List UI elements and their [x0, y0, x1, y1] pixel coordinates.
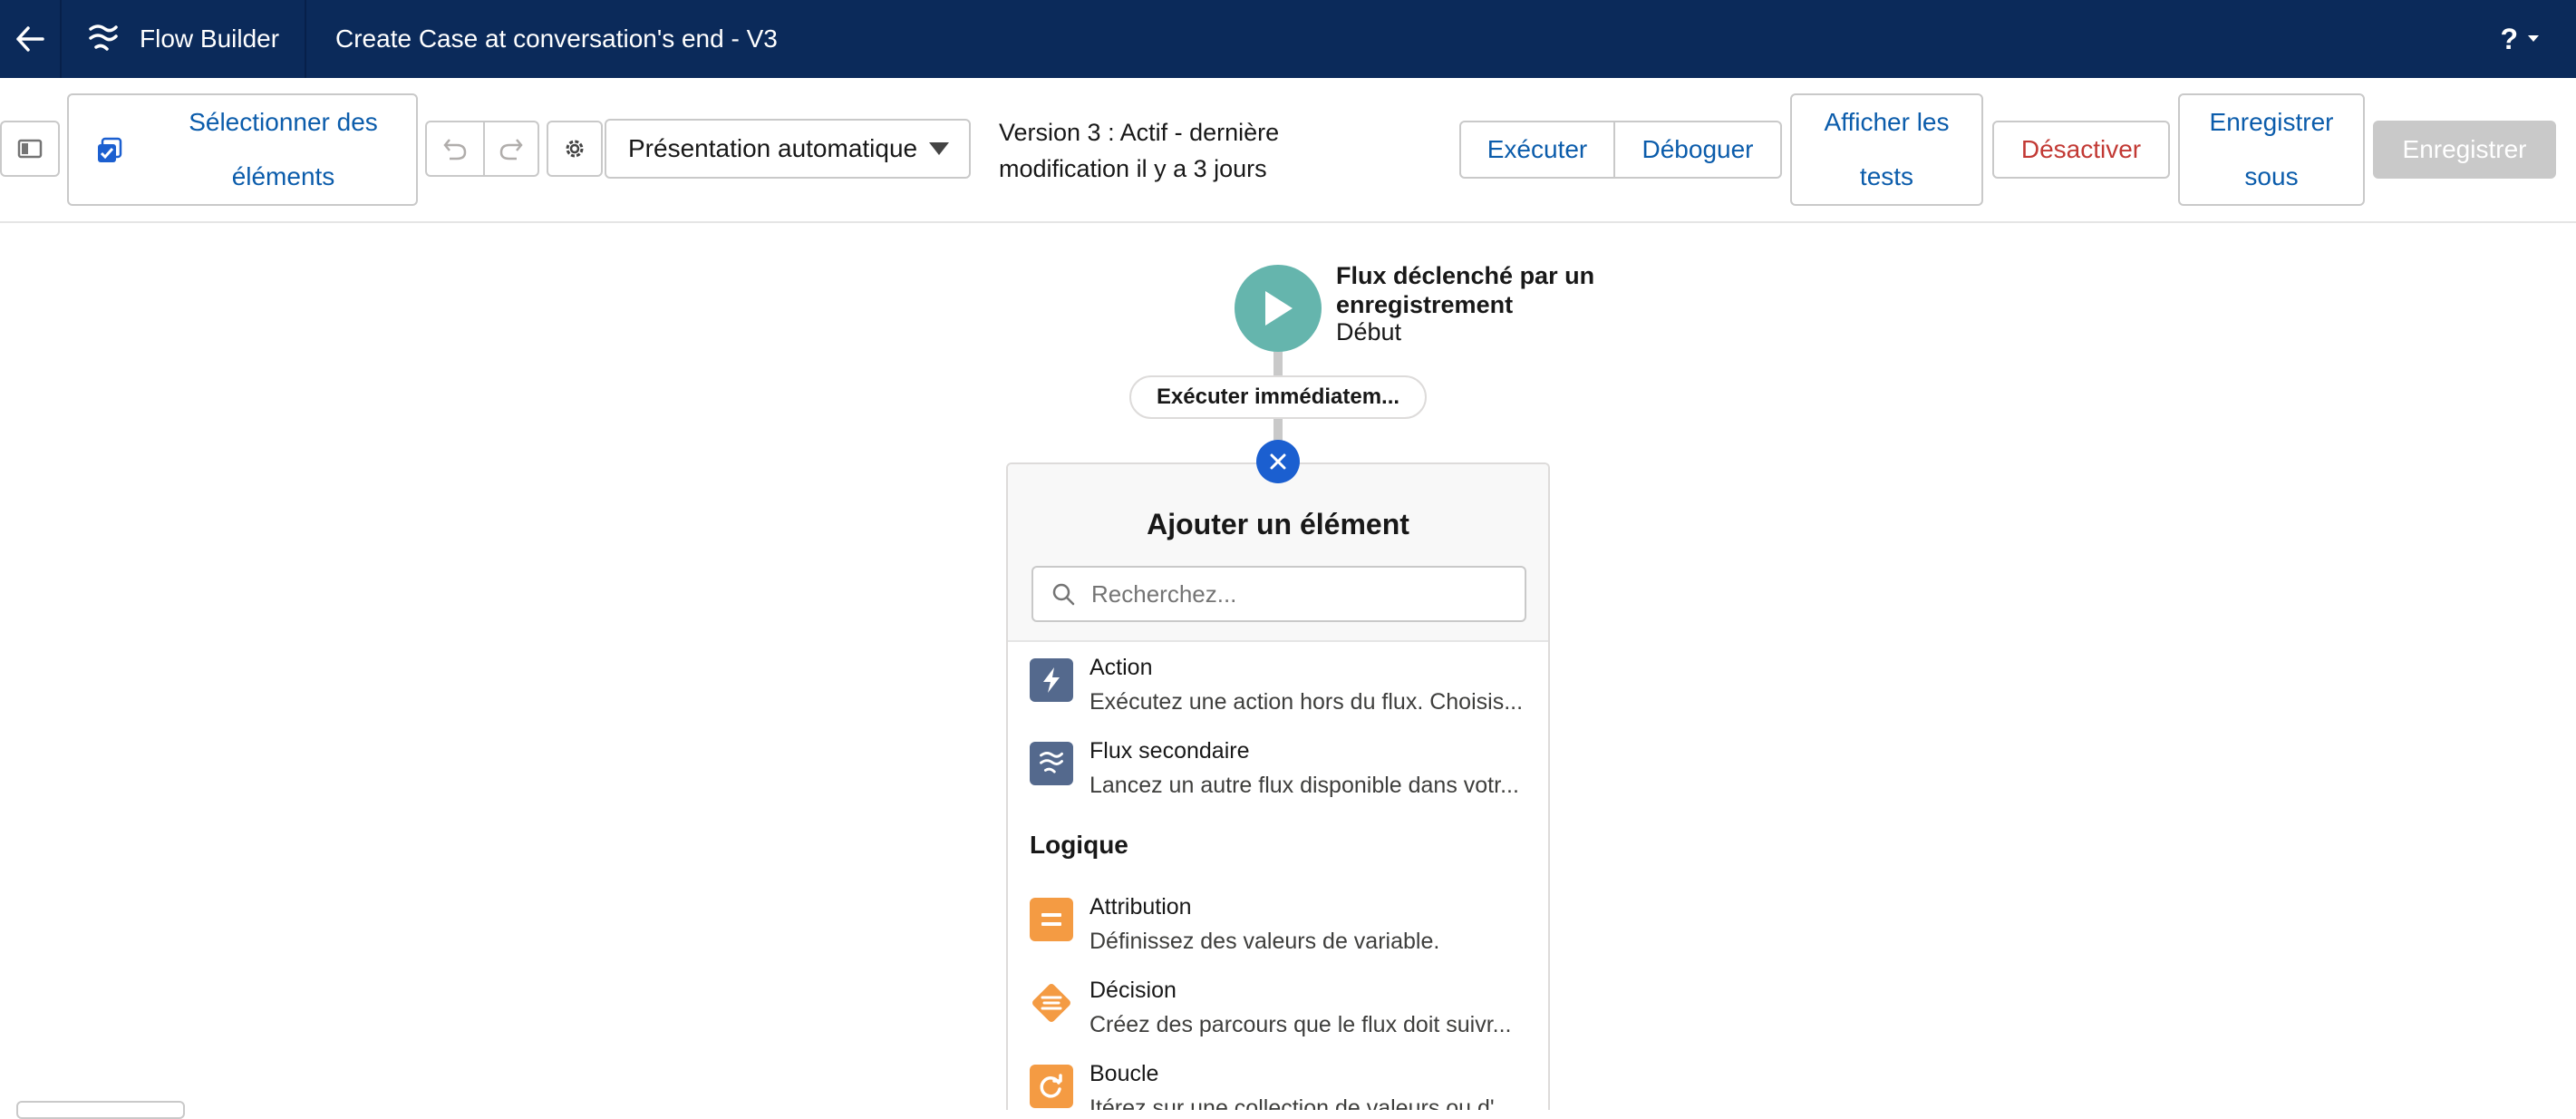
save-button[interactable]: Enregistrer [2373, 121, 2556, 179]
help-icon: ? [2500, 22, 2518, 55]
element-item-description: Créez des parcours que le flux doit suiv… [1089, 1012, 1512, 1037]
flow-icon [89, 24, 118, 51]
element-item-decision[interactable]: Décision Créez des parcours que le flux … [1008, 974, 1548, 1054]
start-element-title: Flux déclenché par un enregistrement [1336, 262, 1595, 318]
panel-toggle-icon [17, 139, 43, 159]
flow-toolbar: Sélectionner des éléments Présentation a… [0, 78, 2576, 223]
zoom-controls[interactable] [16, 1101, 185, 1119]
element-item-name: Boucle [1089, 1061, 1159, 1086]
element-item-action[interactable]: Action Exécutez une action hors du flux.… [1008, 651, 1548, 731]
lightning-icon [1030, 658, 1073, 702]
undo-icon [443, 139, 467, 161]
select-elements-icon [98, 137, 122, 162]
flow-settings-button[interactable] [547, 121, 603, 177]
version-status: Version 3 : Actif - dernière modificatio… [999, 119, 1280, 182]
loop-icon [1030, 1065, 1073, 1108]
add-element-panel: Ajouter un élément Action Exécutez une a… [1006, 462, 1550, 1110]
element-item-description: Exécutez une action hors du flux. Choisi… [1089, 689, 1524, 715]
logic-section-heading: Logique [1030, 831, 1128, 859]
deactivate-button[interactable]: Désactiver [1992, 121, 2170, 179]
layout-select[interactable]: Présentation automatique [605, 119, 971, 179]
run-path-label[interactable]: Exécuter immédiatem... [1129, 375, 1427, 419]
element-item-name: Attribution [1089, 894, 1192, 920]
layout-select-value: Présentation automatique [628, 134, 918, 162]
start-element[interactable] [1235, 265, 1322, 352]
element-item-subflow[interactable]: Flux secondaire Lancez un autre flux dis… [1008, 735, 1548, 814]
element-search[interactable] [1031, 566, 1526, 622]
chevron-down-icon [929, 142, 949, 155]
save-as-button[interactable]: Enregistrer sous [2178, 93, 2365, 206]
element-item-description: Lancez un autre flux disponible dans vot… [1089, 773, 1519, 798]
add-element-title: Ajouter un élément [1147, 508, 1409, 540]
gear-icon [566, 140, 584, 158]
element-item-name: Décision [1089, 978, 1177, 1003]
select-elements-button[interactable]: Sélectionner des éléments [67, 93, 418, 206]
flow-title: Create Case at conversation's end - V3 [335, 24, 778, 53]
help-menu-button[interactable]: ? [2500, 0, 2540, 78]
header-divider [305, 0, 306, 78]
close-add-element-button[interactable] [1256, 440, 1300, 483]
element-item-assignment[interactable]: Attribution Définissez des valeurs de va… [1008, 890, 1548, 970]
element-item-loop[interactable]: Boucle Itérez sur une collection de vale… [1008, 1057, 1548, 1110]
app-name: Flow Builder [87, 0, 279, 78]
toggle-panel-button[interactable] [0, 121, 60, 177]
redo-button[interactable] [483, 121, 539, 177]
view-tests-button[interactable]: Afficher les tests [1790, 93, 1983, 206]
assignment-icon [1030, 898, 1073, 941]
element-item-description: Définissez des valeurs de variable. [1089, 929, 1440, 954]
search-icon [1052, 583, 1075, 606]
element-item-name: Flux secondaire [1089, 738, 1250, 764]
element-item-name: Action [1089, 655, 1153, 680]
redo-icon [499, 139, 523, 161]
back-button[interactable] [0, 0, 60, 78]
subflow-icon [1030, 742, 1073, 785]
add-element-panel-header: Ajouter un élément [1008, 464, 1548, 642]
decision-icon [1030, 981, 1073, 1025]
flow-connector [1273, 352, 1283, 377]
chevron-down-icon [2528, 35, 2539, 42]
header-divider [60, 0, 62, 78]
back-arrow-icon [16, 26, 44, 52]
app-name-label: Flow Builder [140, 24, 280, 53]
element-item-description: Itérez sur une collection de valeurs ou … [1089, 1095, 1514, 1110]
element-search-input[interactable] [1089, 579, 1519, 609]
global-header: Flow Builder Create Case at conversation… [0, 0, 2576, 78]
undo-button[interactable] [425, 121, 485, 177]
debug-button[interactable]: Déboguer [1613, 121, 1782, 179]
close-icon [1270, 453, 1286, 470]
run-button[interactable]: Exécuter [1459, 121, 1615, 179]
play-icon [1265, 291, 1293, 326]
select-elements-label: Sélectionner des éléments [189, 108, 378, 190]
start-element-subtitle: Début [1336, 318, 1402, 345]
